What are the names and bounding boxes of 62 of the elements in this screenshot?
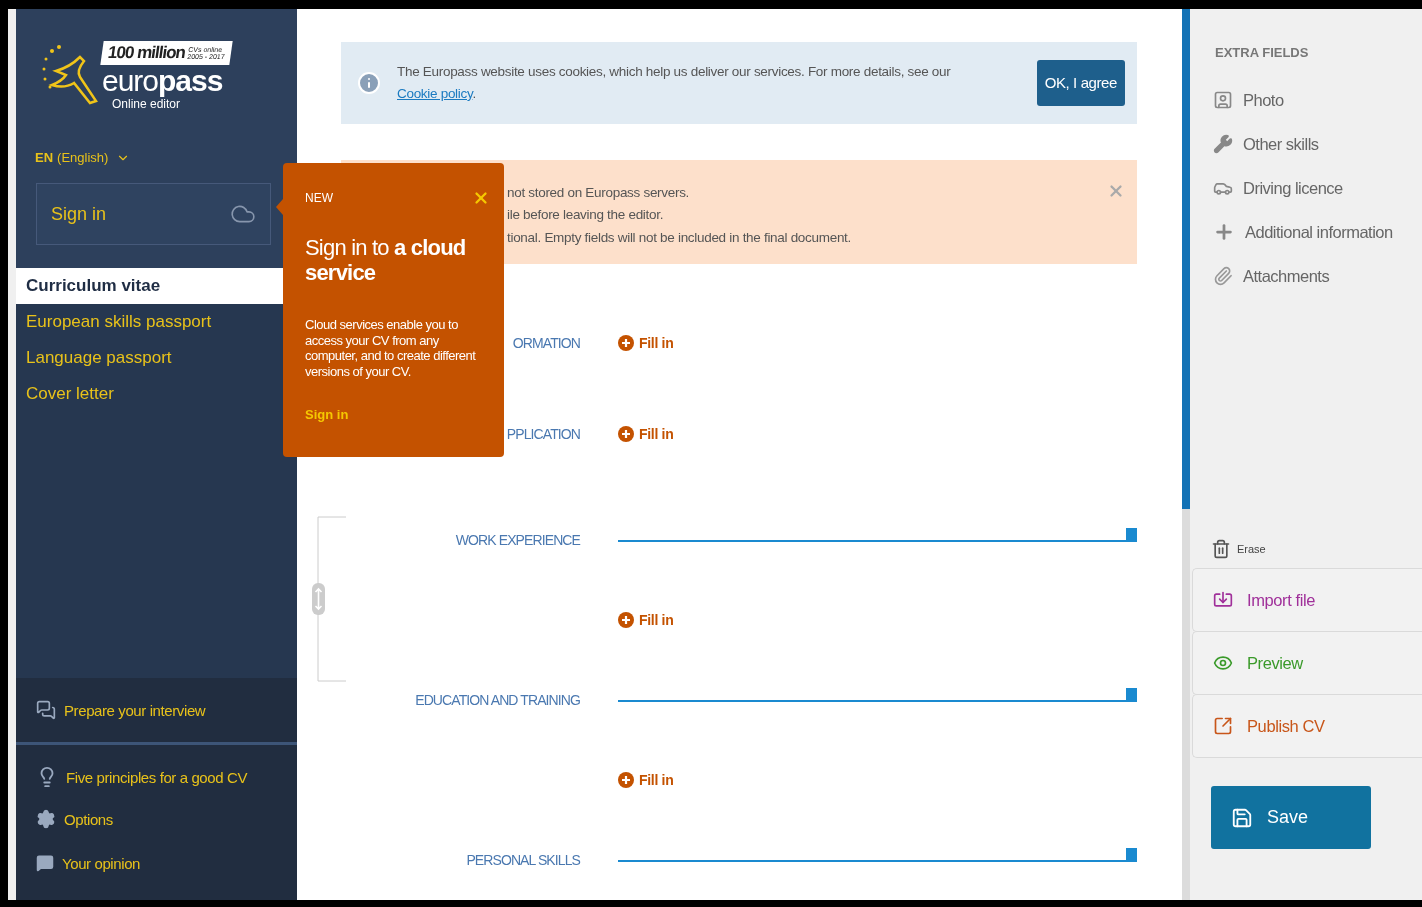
logo-wordmark: europass xyxy=(102,65,224,97)
plus-circle-icon xyxy=(618,334,634,351)
document-nav-item[interactable]: Language passport xyxy=(16,340,297,376)
section-title: PPLICATION xyxy=(506,425,580,442)
share-icon xyxy=(1213,716,1233,736)
section-title: EDUCATION AND TRAINING xyxy=(415,692,580,708)
section-title: ORMATION xyxy=(512,334,580,351)
logo-subtitle: Online editor xyxy=(112,97,182,111)
agree-button[interactable]: OK, I agree xyxy=(1036,59,1125,106)
fill-in-button[interactable]: Fill in xyxy=(618,425,674,442)
plus-icon xyxy=(1213,221,1235,243)
panel-heading: EXTRA FIELDS xyxy=(1215,45,1310,60)
document-nav-item[interactable]: European skills passport xyxy=(16,304,297,340)
info-icon xyxy=(357,70,381,95)
eye-icon xyxy=(1213,653,1233,673)
extra-field-link[interactable]: Additional information xyxy=(1213,210,1422,254)
save-button[interactable]: Save xyxy=(1211,786,1371,849)
new-tag: NEW xyxy=(305,191,333,205)
extra-field-link[interactable]: Attachments xyxy=(1213,254,1422,298)
scrollbar[interactable] xyxy=(1182,9,1190,900)
sidebar-link[interactable]: Your opinion xyxy=(16,841,297,885)
sidebar-link[interactable]: Five principles for a good CV xyxy=(16,757,297,797)
sign-in-button[interactable]: Sign in xyxy=(36,183,271,245)
interview-link[interactable]: Prepare your interview xyxy=(16,678,297,742)
sidebar-link[interactable]: Options xyxy=(16,797,297,841)
section-title: PERSONAL SKILLS xyxy=(466,852,580,868)
fill-in-button[interactable]: Fill in xyxy=(618,612,674,628)
extra-field-link[interactable]: Other skills xyxy=(1213,122,1422,166)
cookie-message: The Europass website uses cookies, which help us deliver our services. For more details, see our Cookie policy. xyxy=(397,62,952,103)
wrench-icon xyxy=(1213,134,1233,154)
notice-text: ile before leaving the editor. xyxy=(507,206,665,225)
plus-circle-icon xyxy=(618,425,634,442)
plus-circle-icon xyxy=(618,612,634,628)
settings-icon xyxy=(36,809,56,829)
import-icon xyxy=(1213,590,1233,610)
speech-bubble-icon xyxy=(36,854,54,872)
plus-circle-icon xyxy=(618,772,634,788)
popup-title: Sign in to a cloud service xyxy=(305,235,467,285)
trash-icon xyxy=(1211,539,1231,559)
close-icon[interactable] xyxy=(472,189,490,207)
extra-field-link[interactable]: Driving licence xyxy=(1213,166,1422,210)
resize-handle[interactable] xyxy=(1126,848,1137,862)
fill-in-button[interactable]: Fill in xyxy=(618,772,674,788)
resize-handle[interactable] xyxy=(1126,528,1137,542)
notice-text: tional. Empty fields will not be included in the final document. xyxy=(507,228,851,247)
portrait-icon xyxy=(1213,90,1233,110)
document-nav-item[interactable]: Cover letter xyxy=(16,376,297,412)
sign-in-link[interactable]: Sign in xyxy=(305,407,490,422)
language-selector[interactable]: EN (English) xyxy=(16,134,297,165)
fill-in-button[interactable]: Fill in xyxy=(618,334,674,351)
paperclip-icon xyxy=(1213,266,1233,286)
extra-field-link[interactable]: Photo xyxy=(1213,78,1422,122)
action-button[interactable]: Import file xyxy=(1192,568,1422,632)
popup-text: Cloud services enable you to access your CV from any computer, and to create different versions of your CV. xyxy=(305,317,477,379)
action-button[interactable]: Publish CV xyxy=(1192,694,1422,758)
notice-text: not stored on Europass servers. xyxy=(507,183,691,202)
resize-handle[interactable] xyxy=(1126,688,1137,702)
erase-button[interactable]: Erase xyxy=(1211,534,1422,564)
reorder-handle-drawing[interactable] xyxy=(311,516,347,682)
save-icon xyxy=(1231,806,1253,829)
chat-bubbles-icon xyxy=(36,700,56,720)
section-title: WORK EXPERIENCE xyxy=(455,532,580,548)
